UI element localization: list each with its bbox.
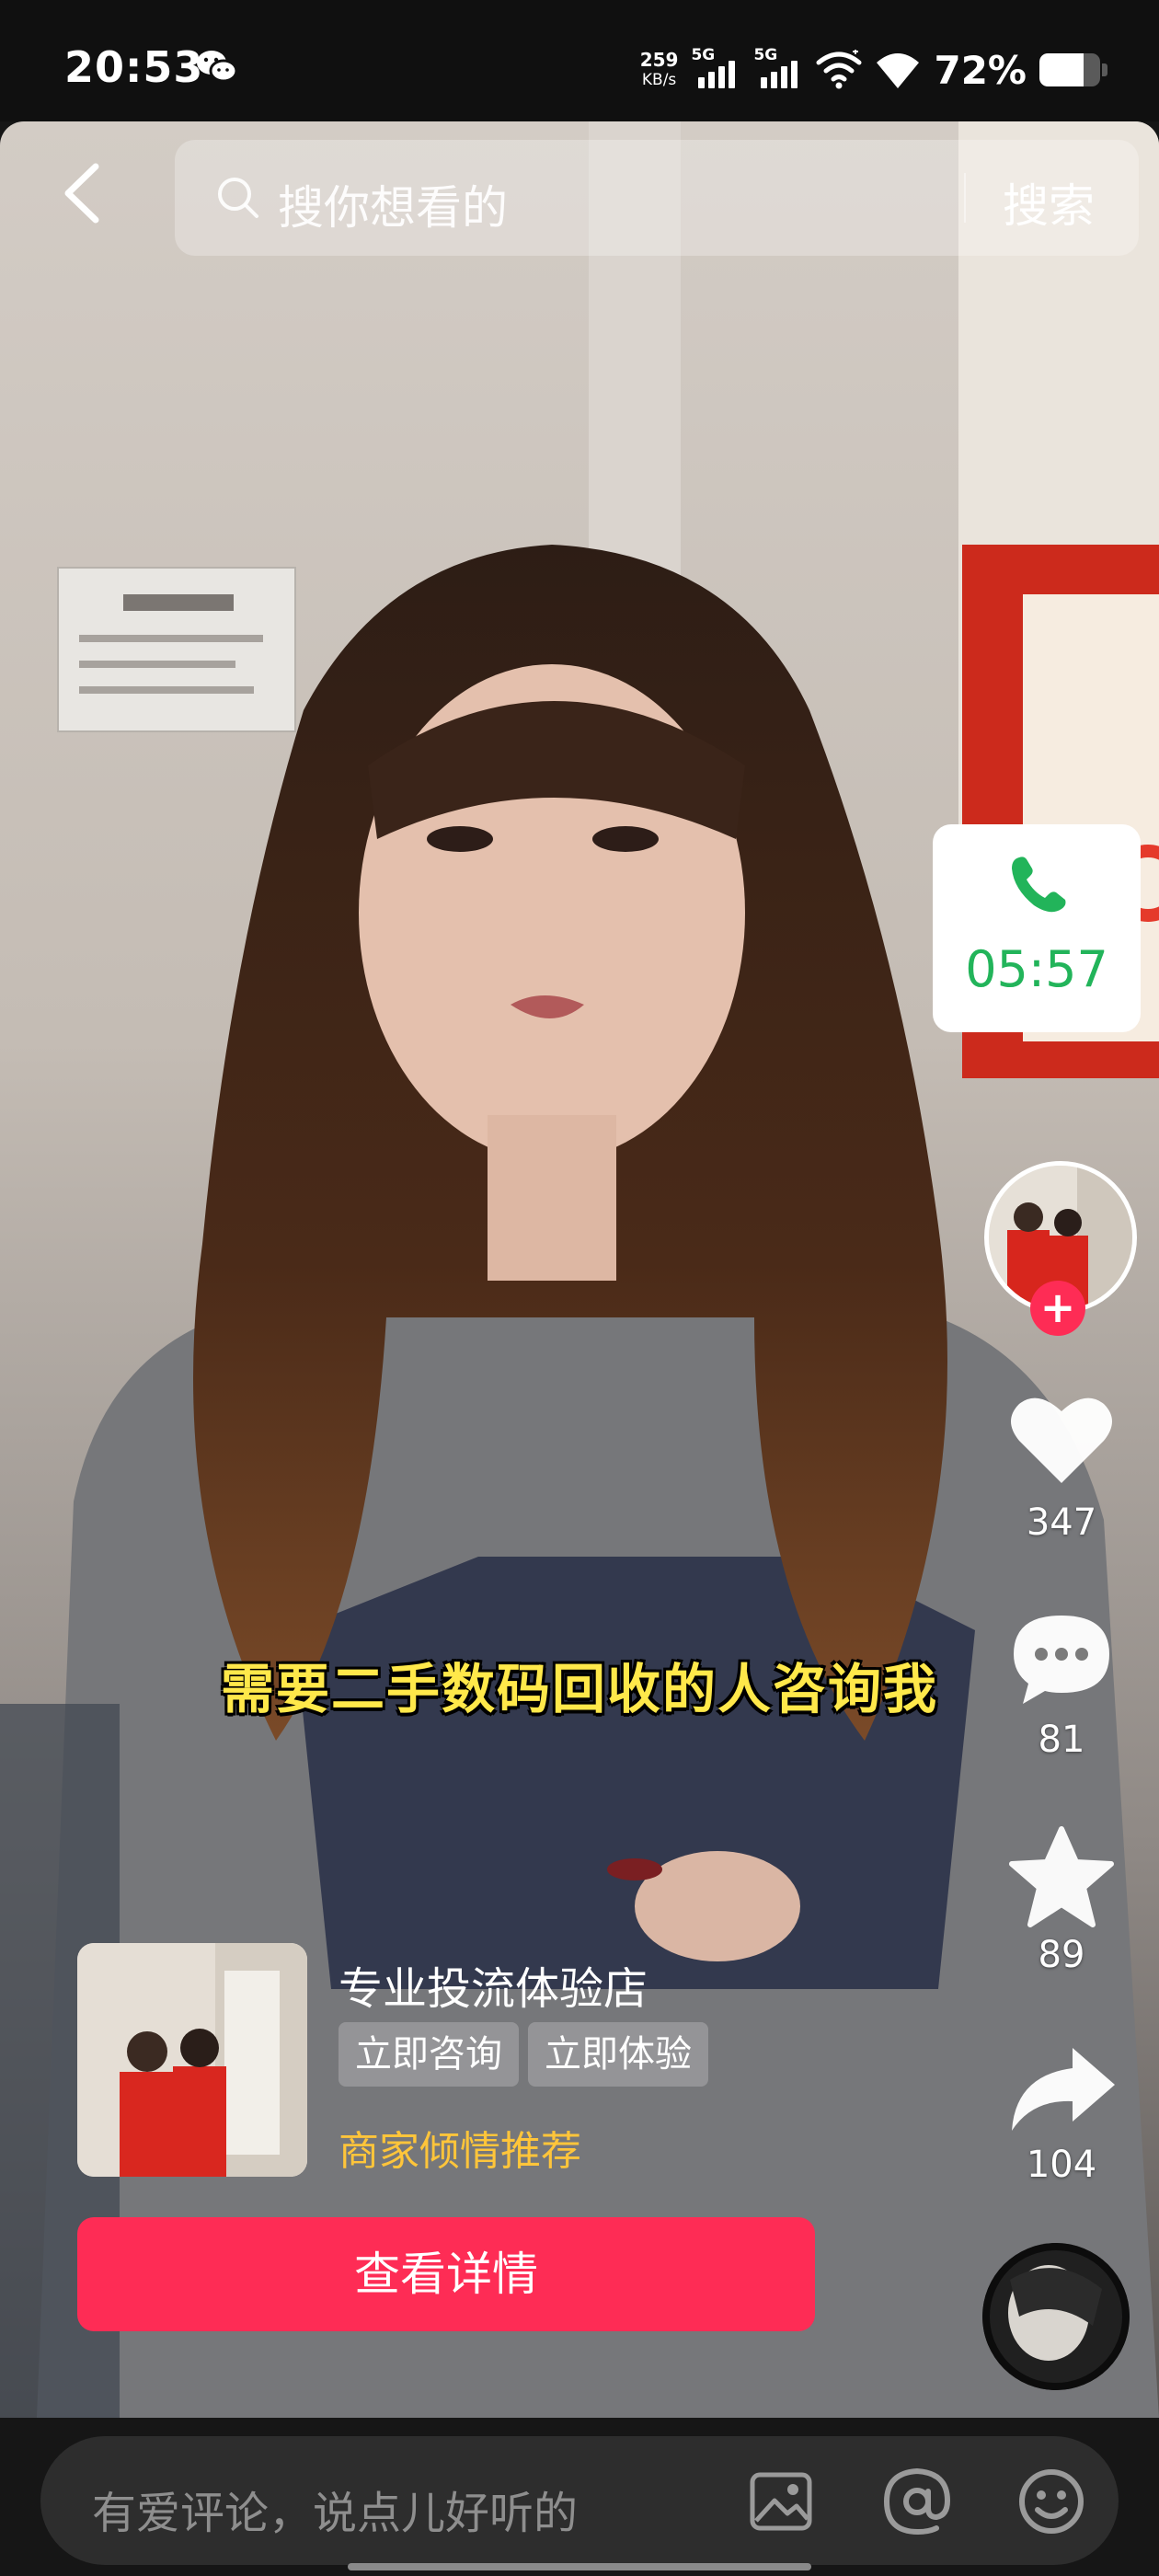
tag-experience[interactable]: 立即体验 <box>528 2022 708 2087</box>
music-cover-image <box>982 2243 1130 2390</box>
net-speed-unit: KB/s <box>641 71 677 89</box>
call-widget[interactable]: 05:57 <box>933 824 1141 1032</box>
call-timer: 05:57 <box>965 940 1108 998</box>
view-details-button[interactable]: 查看详情 <box>77 2217 815 2331</box>
promo-thumbnail[interactable] <box>77 1943 307 2177</box>
recommend-text: 商家倾情推荐 <box>339 2128 581 2175</box>
share-count: 104 <box>1026 2144 1097 2186</box>
comment-count: 81 <box>1038 1719 1085 1761</box>
phone-icon <box>1012 857 1066 913</box>
favorite-icon[interactable] <box>1006 1825 1117 1930</box>
emoji-icon[interactable] <box>1016 2466 1087 2537</box>
bottom-bar: 有爱评论，说点儿好听的 <box>0 2418 1159 2576</box>
comment-icon[interactable] <box>1010 1612 1113 1708</box>
share-icon[interactable] <box>1008 2044 1119 2133</box>
search-placeholder: 搜你想看的 <box>278 181 508 235</box>
favorite-count: 89 <box>1038 1934 1085 1976</box>
music-disc[interactable] <box>982 2243 1130 2390</box>
status-time: 20:53 <box>64 42 204 92</box>
net-speed: 259 KB/s <box>640 50 679 90</box>
chevron-left-icon <box>64 163 99 224</box>
search-button[interactable]: 搜索 <box>1003 169 1095 236</box>
battery-icon <box>1039 53 1100 86</box>
video-caption: 需要二手数码回收的人咨询我 <box>220 1658 938 1720</box>
hotspot-icon <box>816 50 862 89</box>
net-speed-value: 259 <box>639 49 679 71</box>
status-bar: 20:53 259 KB/s 5G 5G 72% <box>0 0 1159 121</box>
at-icon[interactable] <box>881 2466 953 2537</box>
tag-consult[interactable]: 立即咨询 <box>339 2022 519 2087</box>
like-count: 347 <box>1026 1501 1097 1544</box>
search-divider <box>964 173 966 223</box>
shop-name: 专业投流体验店 <box>339 1963 648 2015</box>
image-icon[interactable] <box>745 2466 817 2537</box>
back-button[interactable] <box>52 156 110 230</box>
comment-placeholder: 有爱评论，说点儿好听的 <box>92 2488 579 2539</box>
status-indicators: 259 KB/s 5G 5G 72% <box>640 44 1107 96</box>
signal-icon: 5G <box>691 46 740 90</box>
like-icon[interactable] <box>1008 1391 1115 1487</box>
signal-icon: 5G <box>753 46 803 90</box>
promo-image <box>77 1943 307 2177</box>
search-input[interactable]: 搜你想看的 搜索 <box>175 140 1139 256</box>
battery-fill <box>1039 53 1084 86</box>
battery-tip <box>1102 63 1107 76</box>
follow-button[interactable]: + <box>1030 1281 1085 1336</box>
battery-percent: 72% <box>934 47 1027 93</box>
comment-input[interactable]: 有爱评论，说点儿好听的 <box>40 2436 1119 2565</box>
wechat-icon <box>197 51 237 83</box>
home-indicator[interactable] <box>348 2563 811 2570</box>
wifi-icon <box>877 53 920 88</box>
search-icon <box>218 178 258 218</box>
